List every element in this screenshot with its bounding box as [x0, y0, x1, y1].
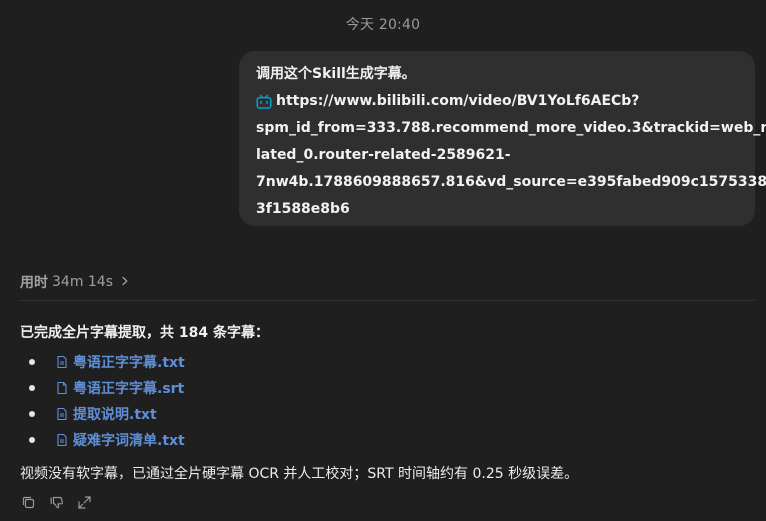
- file-name: 粤语正字字幕.srt: [73, 381, 185, 397]
- duration-toggle[interactable]: 用时 34m 14s: [20, 272, 130, 292]
- video-url-line-2[interactable]: spm_id_from=333.788.recommend_more_video…: [256, 115, 766, 142]
- file-name: 疑难字词清单.txt: [73, 433, 185, 449]
- text-file-icon: [55, 433, 69, 447]
- message-timestamp: 今天 20:40: [345, 17, 421, 33]
- assistant-note: 视频没有软字幕，已通过全片硬字幕 OCR 并人工校对；SRT 时间轴约有 0.2…: [20, 466, 579, 482]
- copy-icon[interactable]: [20, 494, 36, 510]
- file-item[interactable]: 粤语正字字幕.txt: [20, 349, 185, 375]
- file-name: 提取说明.txt: [73, 407, 157, 423]
- video-url-line-1: https://www.bilibili.com/video/BV1YoLf6A…: [276, 93, 640, 109]
- bullet: [29, 359, 35, 365]
- bullet: [29, 411, 35, 417]
- duration-label: 用时: [20, 275, 48, 291]
- thumbs-down-icon[interactable]: [48, 494, 64, 510]
- section-divider: [20, 300, 755, 301]
- file-item[interactable]: 疑难字词清单.txt: [20, 427, 185, 453]
- text-file-icon: [55, 407, 69, 421]
- user-message-text: 调用这个Skill生成字幕。: [256, 66, 416, 82]
- video-url-line-4[interactable]: 7nw4b.1788609888657.816&vd_source=e395fa…: [256, 169, 766, 196]
- assistant-summary: 已完成全片字幕提取，共 184 条字幕：: [20, 325, 269, 341]
- video-link[interactable]: https://www.bilibili.com/video/BV1YoLf6A…: [256, 88, 741, 115]
- text-file-icon: [55, 355, 69, 369]
- message-actions: [20, 494, 92, 510]
- file-item[interactable]: 粤语正字字幕.srt: [20, 375, 185, 401]
- file-list: 粤语正字字幕.txt 粤语正字字幕.srt 提取说明.txt 疑难字词清单.tx…: [20, 349, 185, 453]
- bilibili-tv-icon: [256, 94, 272, 110]
- file-name: 粤语正字字幕.txt: [73, 355, 185, 371]
- bullet: [29, 385, 35, 391]
- chevron-right-icon: [120, 275, 130, 290]
- video-url-line-5[interactable]: 3f1588e8b6: [256, 196, 741, 223]
- video-url-line-3[interactable]: lated_0.router-related-2589621-: [256, 142, 741, 169]
- share-icon[interactable]: [76, 494, 92, 510]
- user-message-bubble: 调用这个Skill生成字幕。 https://www.bilibili.com/…: [239, 51, 766, 226]
- file-icon: [55, 381, 69, 395]
- file-item[interactable]: 提取说明.txt: [20, 401, 185, 427]
- bullet: [29, 437, 35, 443]
- duration-value: 34m 14s: [52, 274, 114, 290]
